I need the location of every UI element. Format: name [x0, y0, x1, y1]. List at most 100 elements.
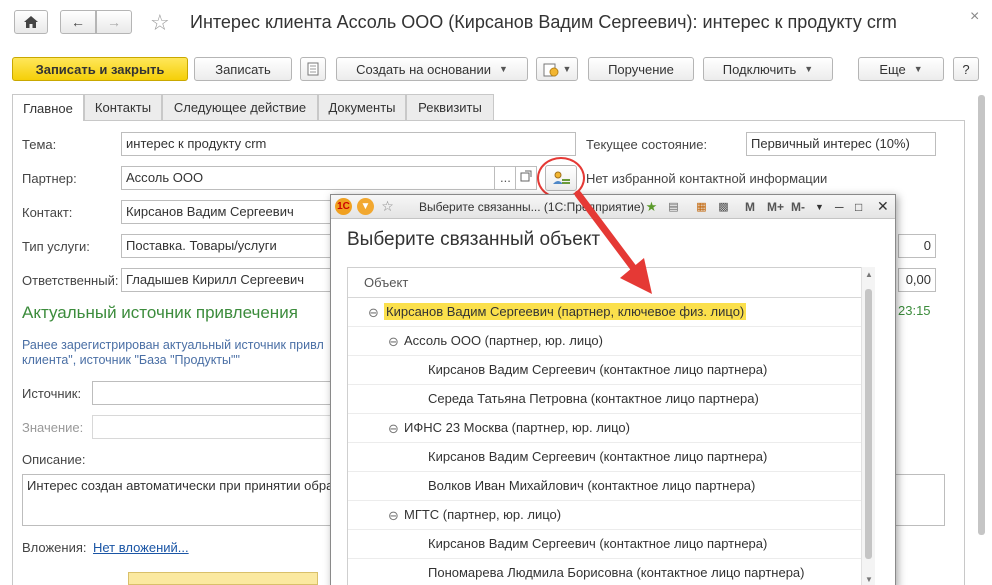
memory-button[interactable]: M	[745, 200, 755, 214]
tree-scrollbar-thumb[interactable]	[865, 289, 872, 559]
close-icon[interactable]: ✕	[877, 198, 889, 215]
scroll-up-icon[interactable]: ▲	[865, 270, 873, 279]
contact-field[interactable]: Кирсанов Вадим Сергеевич	[121, 200, 331, 224]
tab-requisites[interactable]: Реквизиты	[406, 94, 494, 120]
description-text: Интерес создан автоматически при приняти…	[27, 478, 334, 493]
collapse-icon[interactable]: ⊖	[388, 334, 399, 350]
attachments-menu-button[interactable]: ▼	[536, 57, 578, 81]
tree-row[interactable]: Кирсанов Вадим Сергеевич (контактное лиц…	[348, 530, 874, 559]
service-type-field[interactable]: Поставка. Товары/услуги	[121, 234, 331, 258]
partner-open-button[interactable]	[515, 166, 537, 190]
state-field[interactable]: Первичный интерес (10%)	[746, 132, 936, 156]
tree-row-label: Ассоль ООО (партнер, юр. лицо)	[404, 333, 603, 348]
arrow-right-icon: →	[107, 14, 121, 30]
bottom-yellow-field	[128, 572, 318, 585]
tree-row[interactable]: Волков Иван Михайлович (контактное лицо …	[348, 472, 874, 501]
tree-row-label: Волков Иван Михайлович (контактное лицо …	[428, 478, 756, 493]
contact-label: Контакт:	[22, 205, 73, 220]
value-field[interactable]	[92, 415, 332, 439]
connect-button[interactable]: Подключить ▼	[703, 57, 833, 81]
create-based-label: Создать на основании	[356, 61, 491, 77]
more-button[interactable]: Еще ▼	[858, 57, 944, 81]
topic-label: Тема:	[22, 137, 57, 152]
tree-row-label: Пономарева Людмила Борисовна (контактное…	[428, 565, 805, 580]
collapse-icon[interactable]: ⊖	[368, 305, 379, 321]
tab-main[interactable]: Главное	[12, 94, 84, 121]
tree-row[interactable]: ⊖ ИФНС 23 Москва (партнер, юр. лицо)	[348, 414, 874, 443]
collapse-icon[interactable]: ⊖	[388, 508, 399, 524]
document-icon	[307, 62, 319, 76]
right-time-text: 23:15	[898, 303, 931, 318]
window-scrollbar-thumb[interactable]	[978, 95, 985, 535]
arrow-left-icon: ←	[71, 14, 85, 30]
open-icon	[520, 170, 532, 182]
tree-row-label: Середа Татьяна Петровна (контактное лицо…	[428, 391, 759, 406]
collapse-icon[interactable]: ⊖	[388, 421, 399, 437]
save-close-button[interactable]: Записать и закрыть	[12, 57, 188, 81]
tab-next-action[interactable]: Следующее действие	[162, 94, 318, 120]
assignment-button[interactable]: Поручение	[588, 57, 694, 81]
tab-contacts[interactable]: Контакты	[84, 94, 162, 120]
forward-button[interactable]: →	[96, 10, 132, 34]
attachments-label: Вложения:	[22, 540, 87, 555]
chevron-down-icon: ▼	[804, 64, 814, 74]
close-icon[interactable]: ×	[970, 8, 979, 26]
tree-row[interactable]: Пономарева Людмила Борисовна (контактное…	[348, 559, 874, 585]
maximize-icon[interactable]: □	[855, 200, 862, 214]
annotation-arrow	[574, 190, 652, 294]
connect-label: Подключить	[722, 61, 797, 77]
tree-row[interactable]: Кирсанов Вадим Сергеевич (контактное лиц…	[348, 443, 874, 472]
value-label: Значение:	[22, 420, 84, 435]
partner-field[interactable]: Ассоль ООО	[121, 166, 495, 190]
tree-row[interactable]: Кирсанов Вадим Сергеевич (контактное лиц…	[348, 356, 874, 385]
source-label: Источник:	[22, 386, 82, 401]
chevron-down-icon[interactable]: ▼	[815, 202, 824, 212]
tree-row-label: ИФНС 23 Москва (партнер, юр. лицо)	[404, 420, 630, 435]
tree-row-label: Кирсанов Вадим Сергеевич (контактное лиц…	[428, 536, 768, 551]
tree-row-label: Кирсанов Вадим Сергеевич (контактное лиц…	[428, 362, 768, 377]
tree-row[interactable]: Середа Татьяна Петровна (контактное лицо…	[348, 385, 874, 414]
memory-minus-button[interactable]: M-	[791, 200, 805, 214]
more-label: Еще	[879, 61, 906, 77]
source-section-title: Актуальный источник привлечения	[22, 303, 298, 322]
window-title: Интерес клиента Ассоль ООО (Кирсанов Вад…	[190, 12, 897, 32]
source-field[interactable]	[92, 381, 332, 405]
tree-row-label: МГТС (партнер, юр. лицо)	[404, 507, 562, 522]
minimize-icon[interactable]: ─	[835, 200, 844, 214]
create-based-button[interactable]: Создать на основании ▼	[336, 57, 528, 81]
print-button[interactable]	[300, 57, 326, 81]
partner-select-button[interactable]: ...	[494, 166, 516, 190]
chevron-down-icon: ▼	[498, 64, 508, 74]
state-label: Текущее состояние:	[586, 137, 708, 152]
topic-field[interactable]: интерес к продукту crm	[121, 132, 576, 156]
calculator-icon[interactable]: ▩	[715, 198, 732, 215]
menu-circle-icon[interactable]: ▼	[357, 198, 374, 215]
window-scrollbar[interactable]	[978, 95, 986, 585]
tree-row[interactable]: ⊖ МГТС (партнер, юр. лицо)	[348, 501, 874, 530]
tree-row[interactable]: ⊖ Ассоль ООО (партнер, юр. лицо)	[348, 327, 874, 356]
save-button[interactable]: Записать	[194, 57, 292, 81]
tree-row-label: Кирсанов Вадим Сергеевич (контактное лиц…	[428, 449, 768, 464]
favorite-star-icon[interactable]: ☆	[150, 10, 170, 36]
calendar-icon[interactable]: ▦	[693, 198, 710, 215]
memory-plus-button[interactable]: M+	[767, 200, 784, 214]
scroll-down-icon[interactable]: ▼	[865, 575, 873, 584]
right-numeric-field-1[interactable]: 0	[898, 234, 936, 258]
service-type-label: Тип услуги:	[22, 239, 90, 254]
no-contact-info-text: Нет избранной контактной информации	[586, 171, 828, 186]
back-button[interactable]: ←	[60, 10, 96, 34]
related-objects-tree: Объект ⊖ Кирсанов Вадим Сергеевич (партне…	[347, 267, 875, 585]
attachments-link[interactable]: Нет вложений...	[93, 540, 189, 555]
home-button[interactable]	[14, 10, 48, 34]
home-icon	[24, 16, 38, 28]
app-1c-icon[interactable]: 1C	[335, 198, 352, 215]
responsible-field[interactable]: Гладышев Кирилл Сергеевич	[121, 268, 331, 292]
right-numeric-field-2[interactable]: 0,00	[898, 268, 936, 292]
tree-scrollbar[interactable]: ▲ ▼	[861, 267, 875, 585]
help-button[interactable]: ?	[953, 57, 979, 81]
favorite-star-icon[interactable]: ☆	[379, 198, 396, 215]
responsible-label: Ответственный:	[22, 273, 119, 288]
chevron-down-icon: ▼	[913, 64, 923, 74]
attachment-icon	[543, 63, 559, 76]
tab-documents[interactable]: Документы	[318, 94, 406, 120]
